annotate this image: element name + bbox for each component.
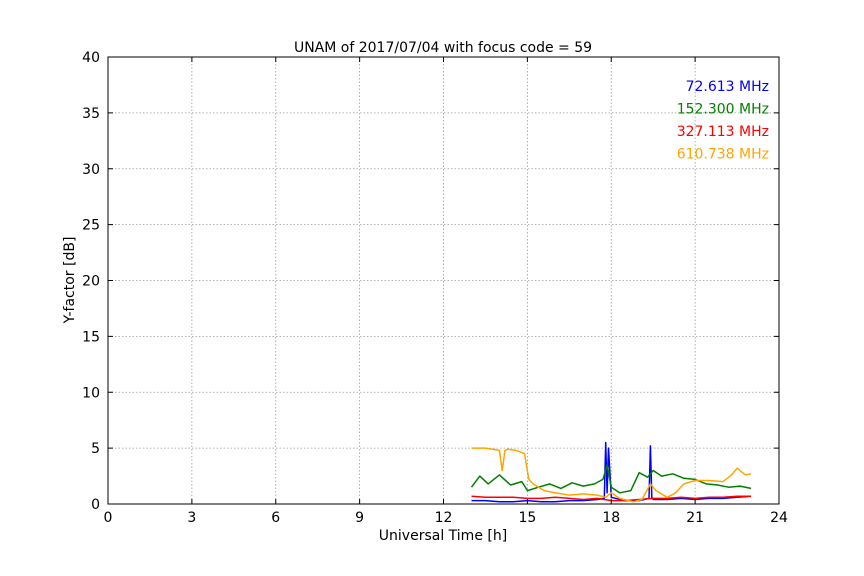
- legend-entry: 72.613 MHz: [686, 79, 769, 95]
- legend-entry: 152.300 MHz: [677, 102, 769, 118]
- x-tick-label: 12: [435, 510, 453, 526]
- x-axis-label: Universal Time [h]: [379, 528, 507, 544]
- y-tick-label: 35: [82, 106, 100, 122]
- legend-entry: 327.113 MHz: [677, 124, 769, 140]
- x-tick-label: 6: [271, 510, 280, 526]
- y-tick-label: 0: [91, 497, 100, 513]
- y-tick-label: 20: [82, 274, 100, 290]
- y-tick-label: 5: [91, 441, 100, 457]
- y-tick-label: 40: [82, 50, 100, 66]
- y-tick-label: 25: [82, 218, 100, 234]
- y-tick-label: 15: [82, 329, 100, 345]
- y-axis-label: Y-factor [dB]: [62, 237, 78, 325]
- x-tick-label: 18: [602, 510, 620, 526]
- x-tick-label: 21: [686, 510, 704, 526]
- legend-entry: 610.738 MHz: [677, 147, 769, 163]
- x-tick-label: 15: [518, 510, 536, 526]
- x-tick-label: 9: [355, 510, 364, 526]
- chart: 0 3 6 9 12 15 18 21 24 0 5 10 15 20 25 30 35 40 UNAM of 2…: [0, 0, 864, 576]
- x-tick-label: 0: [104, 510, 113, 526]
- y-tick-label: 30: [82, 162, 100, 178]
- x-tick-label: 24: [770, 510, 788, 526]
- chart-title: UNAM of 2017/07/04 with focus code = 59: [294, 40, 592, 56]
- y-tick-label: 10: [82, 385, 100, 401]
- x-tick-label: 3: [187, 510, 196, 526]
